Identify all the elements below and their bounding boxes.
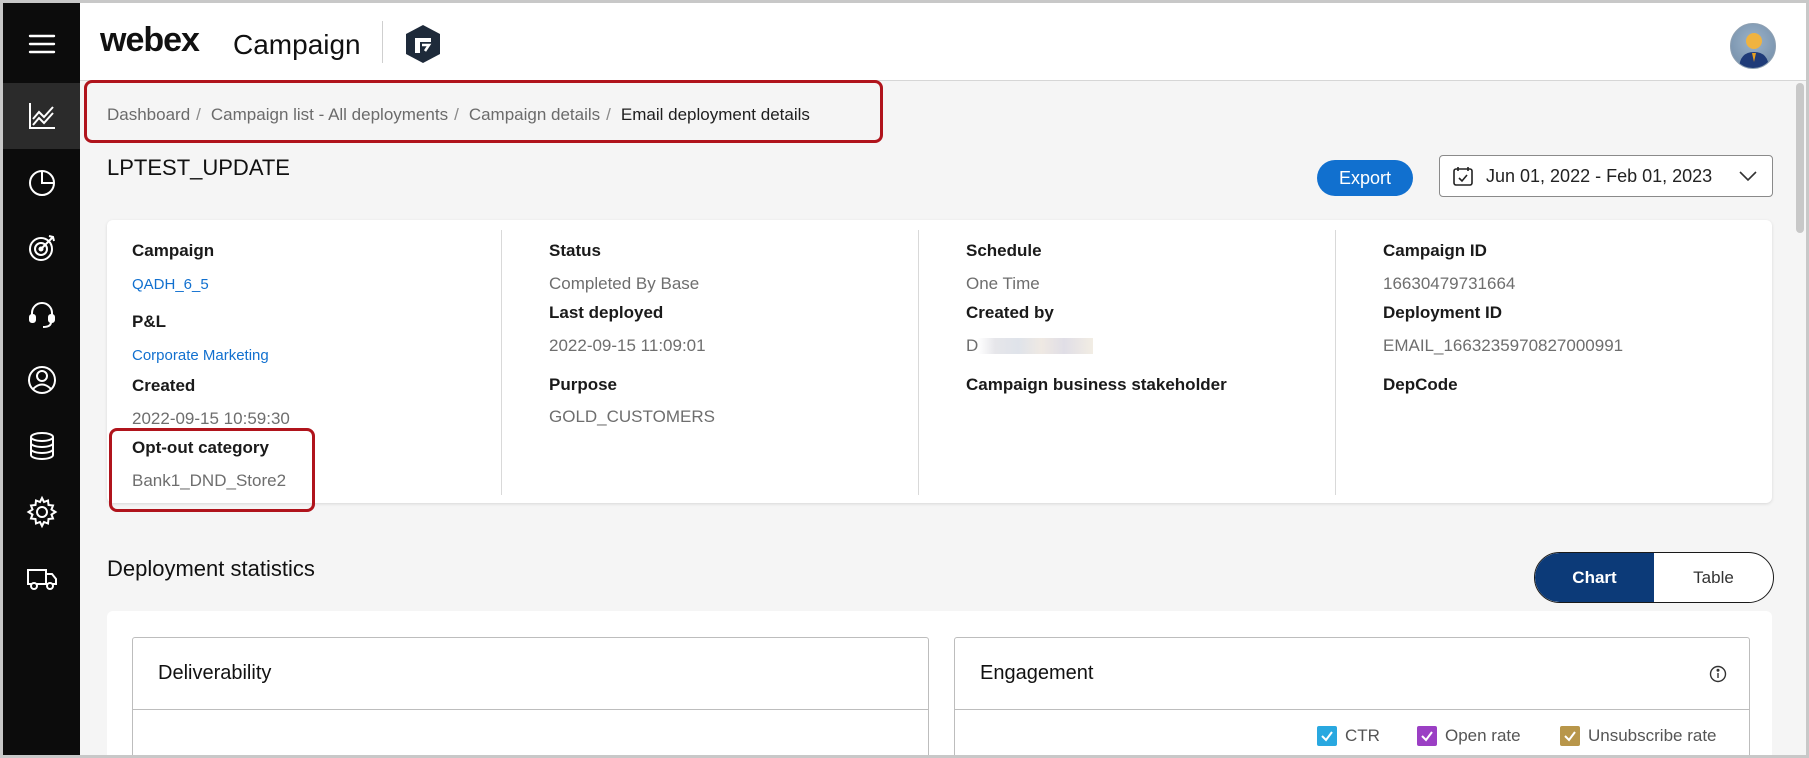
database-icon[interactable]: [3, 413, 80, 479]
campaign-link[interactable]: QADH_6_5: [132, 276, 209, 293]
campaign-id-label: Campaign ID: [1383, 241, 1487, 260]
panel-title: Engagement: [980, 662, 1094, 684]
export-button[interactable]: Export: [1317, 160, 1413, 196]
top-header: webex Campaign: [80, 3, 1806, 81]
date-range-value: Jun 01, 2022 - Feb 01, 2023: [1486, 165, 1713, 186]
created-by-value: D: [966, 336, 979, 355]
panel-header: Deliverability: [133, 638, 928, 710]
truck-icon[interactable]: [3, 545, 80, 611]
created-value: 2022-09-15 10:59:30: [132, 409, 290, 428]
legend-unsubscribe-rate[interactable]: Unsubscribe rate: [1560, 726, 1717, 746]
column-divider: [501, 230, 502, 495]
schedule-value: One Time: [966, 274, 1040, 293]
breadcrumb-highlight: [84, 80, 883, 143]
status-value: Completed By Base: [549, 274, 700, 293]
page-title: LPTEST_UPDATE: [107, 155, 290, 180]
legend-label: CTR: [1345, 726, 1380, 745]
deliverability-panel: Deliverability: [132, 637, 929, 755]
legend-open-rate[interactable]: Open rate: [1417, 726, 1521, 746]
chart-view-button[interactable]: Chart: [1535, 553, 1654, 602]
header-divider: [382, 21, 383, 63]
campaign-details-card: Campaign QADH_6_5 P&L Corporate Marketin…: [107, 220, 1772, 503]
deployment-id-value: EMAIL_1663235970827000991: [1383, 336, 1624, 355]
status-label: Status: [549, 241, 601, 260]
panel-title: Deliverability: [158, 662, 272, 684]
product-name: Campaign: [233, 29, 361, 60]
sidebar: [3, 3, 80, 755]
optout-highlight: [109, 428, 315, 512]
headset-icon[interactable]: [3, 281, 80, 347]
checkbox-icon[interactable]: [1560, 726, 1580, 746]
checkbox-icon[interactable]: [1317, 726, 1337, 746]
campaign-label: Campaign: [132, 241, 215, 260]
app-badge-icon: [406, 25, 440, 63]
info-icon[interactable]: [1709, 665, 1727, 683]
chevron-down-icon: [1739, 171, 1757, 182]
last-deployed-label: Last deployed: [549, 303, 664, 322]
view-toggle: Chart Table: [1534, 552, 1774, 603]
campaign-id-value: 16630479731664: [1383, 274, 1516, 293]
stakeholder-label: Campaign business stakeholder: [966, 375, 1227, 394]
legend-ctr[interactable]: CTR: [1317, 726, 1380, 746]
user-circle-icon[interactable]: [3, 347, 80, 413]
user-avatar[interactable]: [1730, 23, 1776, 69]
pie-chart-icon[interactable]: [3, 149, 80, 215]
table-view-button[interactable]: Table: [1654, 553, 1773, 602]
analytics-icon[interactable]: [3, 83, 80, 149]
created-label: Created: [132, 376, 196, 395]
legend-label: Unsubscribe rate: [1588, 726, 1717, 745]
panel-header: Engagement: [955, 638, 1749, 710]
calendar-check-icon: [1453, 167, 1473, 186]
redacted-name: [978, 338, 1093, 354]
gear-icon[interactable]: [3, 479, 80, 545]
legend-label: Open rate: [1445, 726, 1521, 745]
checkbox-icon[interactable]: [1417, 726, 1437, 746]
depcode-label: DepCode: [1383, 375, 1458, 394]
created-by-label: Created by: [966, 303, 1054, 322]
schedule-label: Schedule: [966, 241, 1042, 260]
page-scrollbar[interactable]: [1796, 83, 1804, 233]
purpose-value: GOLD_CUSTOMERS: [549, 407, 715, 426]
app-frame: webex Campaign Dashboard / Campaign list…: [0, 0, 1809, 758]
pl-label: P&L: [132, 312, 166, 331]
last-deployed-value: 2022-09-15 11:09:01: [549, 336, 706, 355]
pl-link[interactable]: Corporate Marketing: [132, 347, 269, 364]
date-range-picker[interactable]: Jun 01, 2022 - Feb 01, 2023: [1439, 155, 1773, 197]
brand-logo: webex: [100, 21, 200, 59]
deployment-id-label: Deployment ID: [1383, 303, 1503, 322]
menu-icon[interactable]: [3, 11, 80, 77]
purpose-label: Purpose: [549, 375, 618, 394]
column-divider: [1335, 230, 1336, 495]
engagement-panel: Engagement CTR Open rate Unsubscribe rat…: [954, 637, 1750, 755]
section-title: Deployment statistics: [107, 556, 315, 581]
target-icon[interactable]: [3, 215, 80, 281]
column-divider: [918, 230, 919, 495]
